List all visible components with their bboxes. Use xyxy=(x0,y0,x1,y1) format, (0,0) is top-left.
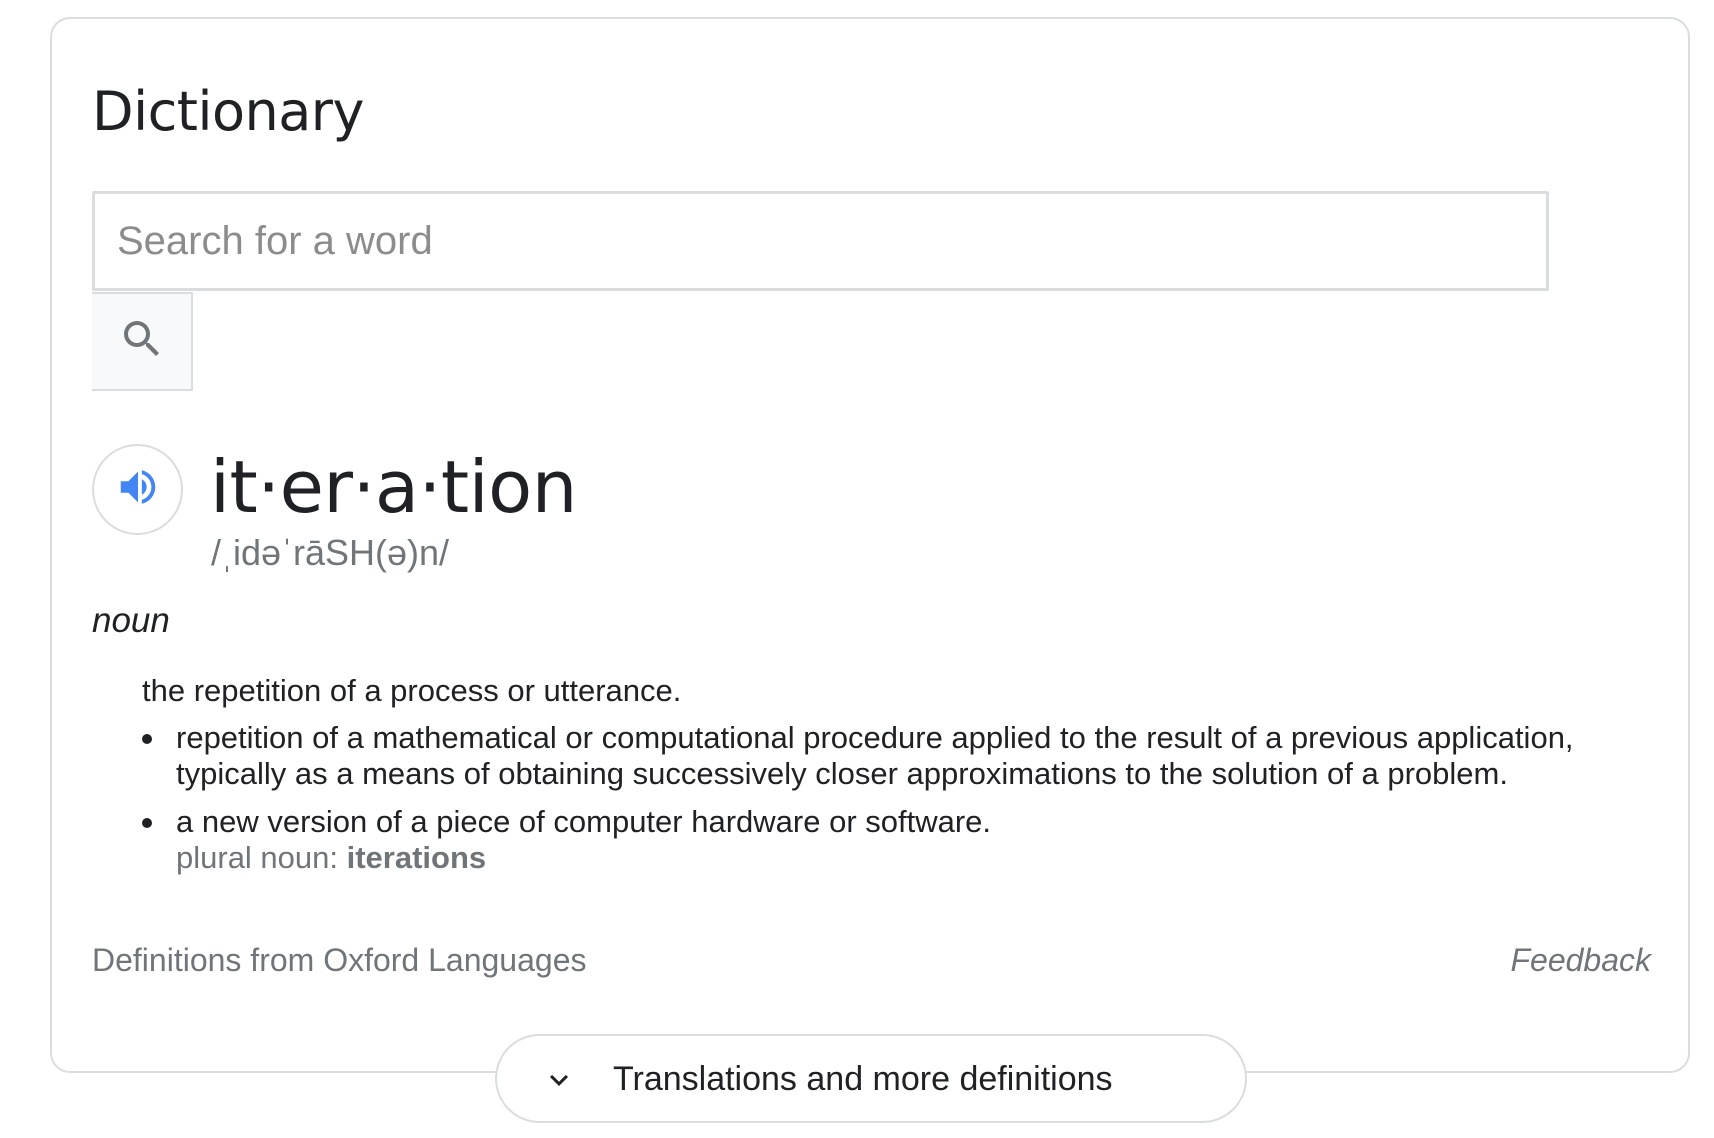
search-button[interactable] xyxy=(92,292,193,391)
sub-definition-text: repetition of a mathematical or computat… xyxy=(176,720,1574,791)
bullet-dot xyxy=(142,734,152,744)
definitions-source: Definitions from Oxford Languages xyxy=(92,942,587,978)
pronunciation-button[interactable] xyxy=(92,444,183,535)
main-definition: the repetition of a process or utterance… xyxy=(142,673,682,708)
sub-definition-list: repetition of a mathematical or computat… xyxy=(142,720,1662,888)
part-of-speech: noun xyxy=(92,601,170,640)
sub-definition-text: a new version of a piece of computer har… xyxy=(176,804,992,839)
search-icon xyxy=(118,315,166,368)
plural-word: iterations xyxy=(346,840,487,875)
speaker-icon xyxy=(115,464,161,515)
plural-form: plural noun: iterations xyxy=(176,840,1662,876)
search-input[interactable] xyxy=(92,191,1549,291)
plural-label: plural noun: xyxy=(176,840,347,875)
bullet-dot xyxy=(142,818,152,828)
sub-definition: a new version of a piece of computer har… xyxy=(142,804,1662,876)
translations-more-definitions-label: Translations and more definitions xyxy=(613,1060,1113,1098)
translations-more-definitions-button[interactable]: Translations and more definitions xyxy=(495,1034,1247,1123)
feedback-link[interactable]: Feedback xyxy=(1510,940,1651,980)
phonetic-spelling: /ˌidəˈrāSH(ə)n/ xyxy=(211,532,450,573)
widget-title: Dictionary xyxy=(92,80,364,143)
chevron-down-icon xyxy=(541,1062,577,1098)
headword: it·er·a·tion xyxy=(210,445,577,529)
sub-definition: repetition of a mathematical or computat… xyxy=(142,720,1662,792)
